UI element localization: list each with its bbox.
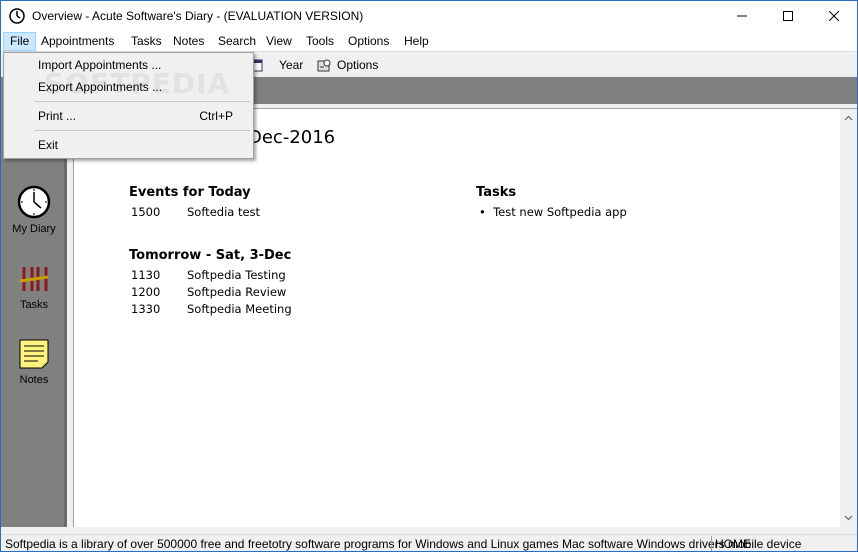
task-text: Test new Softpedia app <box>493 205 627 219</box>
tasks-icon <box>19 267 49 291</box>
menu-separator <box>34 101 250 102</box>
menu-tools[interactable]: Tools <box>300 32 340 51</box>
clock-icon <box>17 185 51 219</box>
menu-help[interactable]: Help <box>398 32 435 51</box>
menu-file[interactable]: File <box>3 32 37 51</box>
window-title: Overview - Acute Software's Diary - (EVA… <box>32 9 364 23</box>
menu-notes[interactable]: Notes <box>167 32 210 51</box>
clock-app-icon <box>9 8 25 24</box>
event-time: 1130 <box>131 268 161 282</box>
nav-my-diary[interactable]: My Diary <box>1 185 67 235</box>
nav-tasks-label: Tasks <box>19 299 49 311</box>
tomorrow-heading: Tomorrow - Sat, 3-Dec <box>129 248 292 263</box>
menu-view[interactable]: View <box>260 32 298 51</box>
event-text: Softpedia Testing <box>187 268 286 282</box>
vertical-scrollbar[interactable] <box>840 109 857 527</box>
menu-item-exit[interactable]: Exit <box>6 135 251 156</box>
app-window: Overview - Acute Software's Diary - (EVA… <box>0 0 858 552</box>
overview-pane: Dec-2016 Events for Today 1500 Softedia … <box>73 108 857 527</box>
menu-item-shortcut: Ctrl+P <box>199 109 233 123</box>
notes-icon <box>19 339 49 369</box>
close-button[interactable] <box>811 1 857 31</box>
toolbar-year-label: Year <box>279 58 304 72</box>
menu-bar: File Appointments Tasks Notes Search Vie… <box>1 31 857 52</box>
today-heading: Events for Today <box>129 185 251 200</box>
menu-item-print[interactable]: Print ... Ctrl+P <box>6 106 251 127</box>
status-separator <box>711 536 712 551</box>
date-title: Dec-2016 <box>248 127 336 148</box>
toolbar-options-label: Options <box>337 58 379 72</box>
file-menu-dropdown: SOFTPEDIA Import Appointments ... Export… <box>3 52 254 159</box>
status-message: Softpedia is a library of over 500000 fr… <box>5 537 802 551</box>
event-time: 1500 <box>131 205 161 219</box>
menu-options[interactable]: Options <box>342 32 395 51</box>
menu-item-import-appointments[interactable]: Import Appointments ... <box>6 55 251 76</box>
event-time: 1200 <box>131 285 161 299</box>
nav-tasks[interactable]: Tasks <box>1 263 67 311</box>
toolbar-year-button[interactable]: Year <box>279 55 303 75</box>
tasks-heading: Tasks <box>476 185 517 200</box>
maximize-icon <box>783 11 793 21</box>
options-icon <box>317 59 331 72</box>
close-icon <box>829 11 839 21</box>
menu-separator <box>34 130 250 131</box>
bullet-icon: • <box>479 205 494 219</box>
status-bar: Softpedia is a library of over 500000 fr… <box>1 534 857 551</box>
nav-notes-label: Notes <box>19 374 49 386</box>
menu-tasks[interactable]: Tasks <box>125 32 168 51</box>
event-time: 1330 <box>131 302 161 316</box>
menu-item-export-appointments[interactable]: Export Appointments ... <box>6 77 251 98</box>
nav-my-diary-label: My Diary <box>12 223 56 235</box>
task-item[interactable]: • Test new Softpedia app <box>479 205 627 219</box>
title-bar: Overview - Acute Software's Diary - (EVA… <box>1 1 857 31</box>
nav-notes[interactable]: Notes <box>1 338 67 386</box>
event-text: Softpedia Meeting <box>187 302 292 316</box>
toolbar-options-button[interactable]: Options <box>317 55 378 75</box>
menu-item-label: Print ... <box>38 109 77 123</box>
minimize-button[interactable] <box>719 1 765 31</box>
maximize-button[interactable] <box>765 1 811 31</box>
event-text: Softedia test <box>187 205 261 219</box>
menu-search[interactable]: Search <box>212 32 262 51</box>
minimize-icon <box>737 15 747 17</box>
menu-appointments[interactable]: Appointments <box>35 32 120 51</box>
scroll-down-icon[interactable] <box>844 513 853 522</box>
menu-item-label: Export Appointments ... <box>38 80 163 94</box>
status-mode: HOME <box>715 537 751 551</box>
scroll-up-icon[interactable] <box>844 114 853 123</box>
menu-item-label: Exit <box>38 138 59 152</box>
event-text: Softpedia Review <box>187 285 287 299</box>
menu-item-label: Import Appointments ... <box>38 58 162 72</box>
